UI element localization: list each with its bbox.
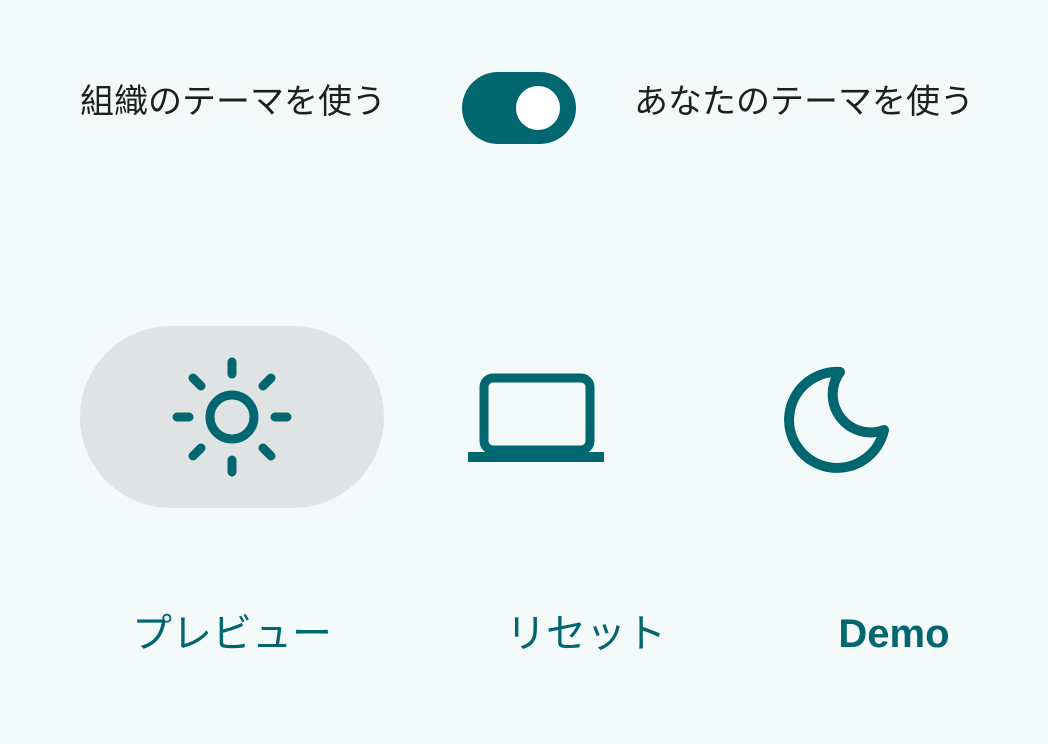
- switch-thumb[interactable]: [516, 86, 560, 130]
- mode-option-system[interactable]: [384, 326, 688, 508]
- sun-icon: [172, 357, 292, 477]
- mode-label-system[interactable]: リセット: [434, 608, 738, 660]
- org-theme-label[interactable]: 組織のテーマを使う: [80, 82, 386, 122]
- moon-icon: [784, 366, 889, 473]
- mode-option-dark[interactable]: [688, 326, 992, 508]
- mode-option-light[interactable]: [80, 326, 384, 508]
- laptop-icon: [468, 373, 604, 462]
- theme-toggle-row: 組織のテーマを使う あなたのテーマを使う: [0, 0, 1048, 200]
- your-theme-label[interactable]: あなたのテーマを使う: [634, 82, 974, 122]
- mode-label-dark[interactable]: Demo: [742, 608, 1046, 660]
- mode-label-light[interactable]: プレビュー: [80, 608, 384, 660]
